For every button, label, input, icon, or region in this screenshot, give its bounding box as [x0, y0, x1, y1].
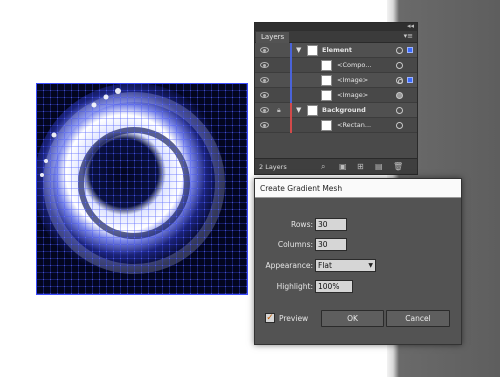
- visibility-eye-icon[interactable]: [260, 92, 269, 98]
- cancel-button[interactable]: Cancel: [386, 310, 450, 327]
- layer-row-image-1[interactable]: <Image>: [255, 73, 417, 88]
- layer-row-background[interactable]: 🔒︎ ▼ Background: [255, 103, 417, 118]
- visibility-eye-icon[interactable]: [260, 47, 269, 53]
- expand-triangle-icon[interactable]: ▼: [296, 46, 301, 54]
- locate-object-icon[interactable]: ⌕: [321, 162, 325, 172]
- appearance-select[interactable]: Flat ▼: [315, 259, 376, 272]
- layer-thumbnail: [321, 90, 332, 101]
- mesh-grid: [36, 83, 248, 295]
- mesh-artwork[interactable]: [36, 83, 248, 295]
- layer-color-bar: [290, 58, 292, 73]
- layer-row-rectangle[interactable]: <Rectan...: [255, 118, 417, 133]
- columns-label: Columns:: [277, 240, 313, 249]
- target-circle-icon[interactable]: [396, 122, 403, 129]
- target-circle-icon[interactable]: [396, 107, 403, 114]
- target-circle-icon[interactable]: [396, 47, 403, 54]
- panel-menu-icon[interactable]: ▾≡: [404, 32, 413, 40]
- dialog-title: Create Gradient Mesh: [255, 179, 461, 198]
- create-gradient-mesh-dialog: Create Gradient Mesh Rows: 30 Columns: 3…: [254, 178, 462, 345]
- columns-input[interactable]: 30: [315, 238, 347, 251]
- selection-square-icon[interactable]: [407, 47, 413, 53]
- chevron-down-icon: ▼: [368, 262, 373, 269]
- layer-label: <Image>: [337, 76, 369, 84]
- visibility-eye-icon[interactable]: [260, 77, 269, 83]
- layer-thumbnail: [307, 105, 318, 116]
- layer-thumbnail: [321, 75, 332, 86]
- layer-color-bar: [290, 103, 292, 118]
- layer-label: <Image>: [337, 91, 369, 99]
- layer-color-bar: [290, 88, 292, 103]
- new-sublayer-icon[interactable]: ⊞: [357, 162, 364, 171]
- layer-label: Background: [322, 106, 366, 114]
- new-layer-icon[interactable]: ▤: [375, 162, 383, 171]
- preview-checkbox[interactable]: ✓: [265, 313, 275, 323]
- layer-count: 2 Layers: [259, 163, 287, 171]
- expand-triangle-icon[interactable]: ▼: [296, 106, 301, 114]
- selection-square-icon[interactable]: [407, 77, 413, 83]
- layer-color-bar: [290, 43, 292, 58]
- target-circle-icon[interactable]: [396, 77, 403, 84]
- lock-icon[interactable]: 🔒︎: [277, 106, 281, 115]
- visibility-eye-icon[interactable]: [260, 107, 269, 113]
- target-circle-icon[interactable]: [396, 92, 403, 99]
- double-chevron-icon[interactable]: ◂◂: [407, 22, 414, 30]
- make-clipping-mask-icon[interactable]: ▣: [339, 162, 347, 171]
- layer-label: <Rectan...: [337, 121, 372, 129]
- panel-top-bar: ◂◂: [255, 22, 417, 31]
- panel-tab-row: Layers ▾≡: [255, 31, 417, 43]
- appearance-value: Flat: [318, 261, 332, 270]
- layer-row-element[interactable]: ▼ Element: [255, 43, 417, 58]
- rows-input[interactable]: 30: [315, 218, 347, 231]
- layer-label: Element: [322, 46, 352, 54]
- layer-label: <Compo...: [337, 61, 372, 69]
- delete-layer-icon[interactable]: 🗑︎: [393, 162, 403, 171]
- highlight-input[interactable]: 100%: [315, 280, 353, 293]
- layer-row-image-2[interactable]: <Image>: [255, 88, 417, 103]
- visibility-eye-icon[interactable]: [260, 122, 269, 128]
- rows-label: Rows:: [290, 220, 313, 229]
- layer-thumbnail: [307, 45, 318, 56]
- highlight-label: Highlight:: [276, 282, 313, 291]
- appearance-label: Appearance:: [265, 261, 313, 270]
- layer-color-bar: [290, 73, 292, 88]
- preview-label: Preview: [279, 314, 309, 323]
- layers-panel: ◂◂ Layers ▾≡ ▼ Element <Compo... <Image>…: [254, 22, 418, 175]
- tab-layers[interactable]: Layers: [256, 32, 290, 43]
- visibility-eye-icon[interactable]: [260, 62, 269, 68]
- layers-footer: 2 Layers ⌕ ▣ ⊞ ▤ 🗑︎: [255, 158, 417, 174]
- target-circle-icon[interactable]: [396, 62, 403, 69]
- layer-thumbnail: [321, 60, 332, 71]
- layer-thumbnail: [321, 120, 332, 131]
- ok-button[interactable]: OK: [321, 310, 384, 327]
- layer-color-bar: [290, 118, 292, 133]
- layer-row-compound[interactable]: <Compo...: [255, 58, 417, 73]
